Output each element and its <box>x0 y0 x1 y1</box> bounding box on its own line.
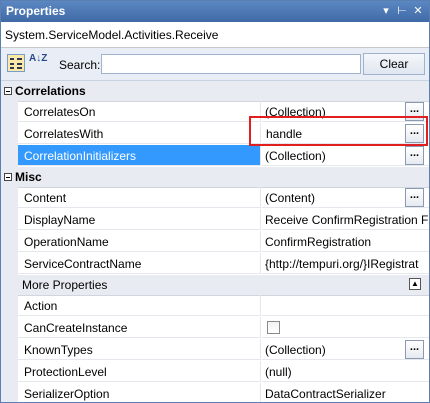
highlight-annotation-box <box>249 116 428 146</box>
property-value[interactable]: {http://tempuri.org/}IRegistrat <box>262 253 429 274</box>
ellipsis-button[interactable]: ... <box>405 340 424 359</box>
row-margin <box>1 383 18 402</box>
category-misc[interactable]: Misc <box>1 167 429 188</box>
property-name[interactable]: CanCreateInstance <box>18 317 261 338</box>
row-margin <box>1 101 18 123</box>
property-name-selected[interactable]: CorrelationInitializers <box>18 145 261 166</box>
property-name[interactable]: DisplayName <box>18 209 261 230</box>
property-name[interactable]: CorrelatesOn <box>18 101 261 122</box>
property-row-service-contract-name[interactable]: ServiceContractName {http://tempuri.org/… <box>1 253 429 275</box>
more-properties-label: More Properties <box>22 278 108 292</box>
property-value[interactable]: Receive ConfirmRegistration F <box>262 209 429 230</box>
search-label: Search: <box>59 58 101 72</box>
category-name: Misc <box>15 170 42 184</box>
close-icon[interactable]: ✕ <box>411 3 425 19</box>
row-margin <box>1 317 18 339</box>
property-row-display-name[interactable]: DisplayName Receive ConfirmRegistration … <box>1 209 429 231</box>
ellipsis-button[interactable]: ... <box>405 146 424 165</box>
row-margin <box>1 253 18 275</box>
row-margin <box>1 209 18 231</box>
property-value[interactable]: (Collection) <box>262 145 429 166</box>
alphabetical-sort-icon[interactable]: A↓Z <box>29 54 47 72</box>
collapse-up-icon[interactable]: ▲ <box>409 278 421 290</box>
property-row-protection-level[interactable]: ProtectionLevel (null) <box>1 361 429 383</box>
row-margin <box>1 187 18 209</box>
pin-icon[interactable]: ⊢ <box>395 3 409 19</box>
title-bar: Properties ▾ ⊢ ✕ <box>1 1 429 22</box>
collapse-toggle-icon[interactable] <box>4 87 12 95</box>
search-input[interactable] <box>101 54 361 74</box>
row-margin <box>1 145 18 167</box>
property-toolbar: A↓Z Search: Clear <box>1 48 429 81</box>
property-value[interactable]: ConfirmRegistration <box>262 231 429 252</box>
can-create-instance-checkbox[interactable] <box>267 321 280 334</box>
ellipsis-button[interactable]: ... <box>405 188 424 207</box>
property-row-action[interactable]: Action <box>1 295 429 317</box>
row-margin <box>1 123 18 145</box>
property-row-operation-name[interactable]: OperationName ConfirmRegistration <box>1 231 429 253</box>
property-row-content[interactable]: Content (Content) ... <box>1 187 429 209</box>
window-menu-icon[interactable]: ▾ <box>379 3 393 19</box>
categorized-view-icon[interactable] <box>7 54 25 72</box>
selected-object-bar: System.ServiceModel.Activities.Receive <box>1 22 429 48</box>
property-value[interactable]: DataContractSerializer <box>262 383 429 402</box>
property-row-known-types[interactable]: KnownTypes (Collection) ... <box>1 339 429 361</box>
clear-button[interactable]: Clear <box>363 53 425 75</box>
row-margin <box>1 339 18 361</box>
property-name[interactable]: OperationName <box>18 231 261 252</box>
property-name[interactable]: SerializerOption <box>18 383 261 402</box>
selected-object-name: System.ServiceModel.Activities.Receive <box>5 28 219 42</box>
property-row-can-create-instance[interactable]: CanCreateInstance <box>1 317 429 339</box>
property-row-correlation-initializers[interactable]: CorrelationInitializers (Collection) ... <box>1 145 429 167</box>
properties-window: Properties ▾ ⊢ ✕ System.ServiceModel.Act… <box>0 0 430 403</box>
property-row-serializer-option[interactable]: SerializerOption DataContractSerializer <box>1 383 429 402</box>
property-name[interactable]: Content <box>18 187 261 208</box>
category-name: Correlations <box>15 84 86 98</box>
collapse-toggle-icon[interactable] <box>4 173 12 181</box>
property-value <box>262 317 429 338</box>
property-name[interactable]: Action <box>18 295 261 316</box>
row-margin <box>1 361 18 383</box>
property-name[interactable]: ProtectionLevel <box>18 361 261 382</box>
more-properties-header[interactable]: More Properties ▲ <box>1 275 429 296</box>
property-name[interactable]: CorrelatesWith <box>18 123 261 144</box>
row-margin <box>1 295 18 317</box>
property-name[interactable]: ServiceContractName <box>18 253 261 274</box>
category-correlations[interactable]: Correlations <box>1 81 429 102</box>
property-name[interactable]: KnownTypes <box>18 339 261 360</box>
property-value[interactable] <box>262 295 429 316</box>
row-margin <box>1 231 18 253</box>
property-value[interactable]: (null) <box>262 361 429 382</box>
property-value[interactable]: (Collection) <box>262 339 429 360</box>
window-title: Properties <box>6 4 66 18</box>
property-value[interactable]: (Content) <box>262 187 429 208</box>
